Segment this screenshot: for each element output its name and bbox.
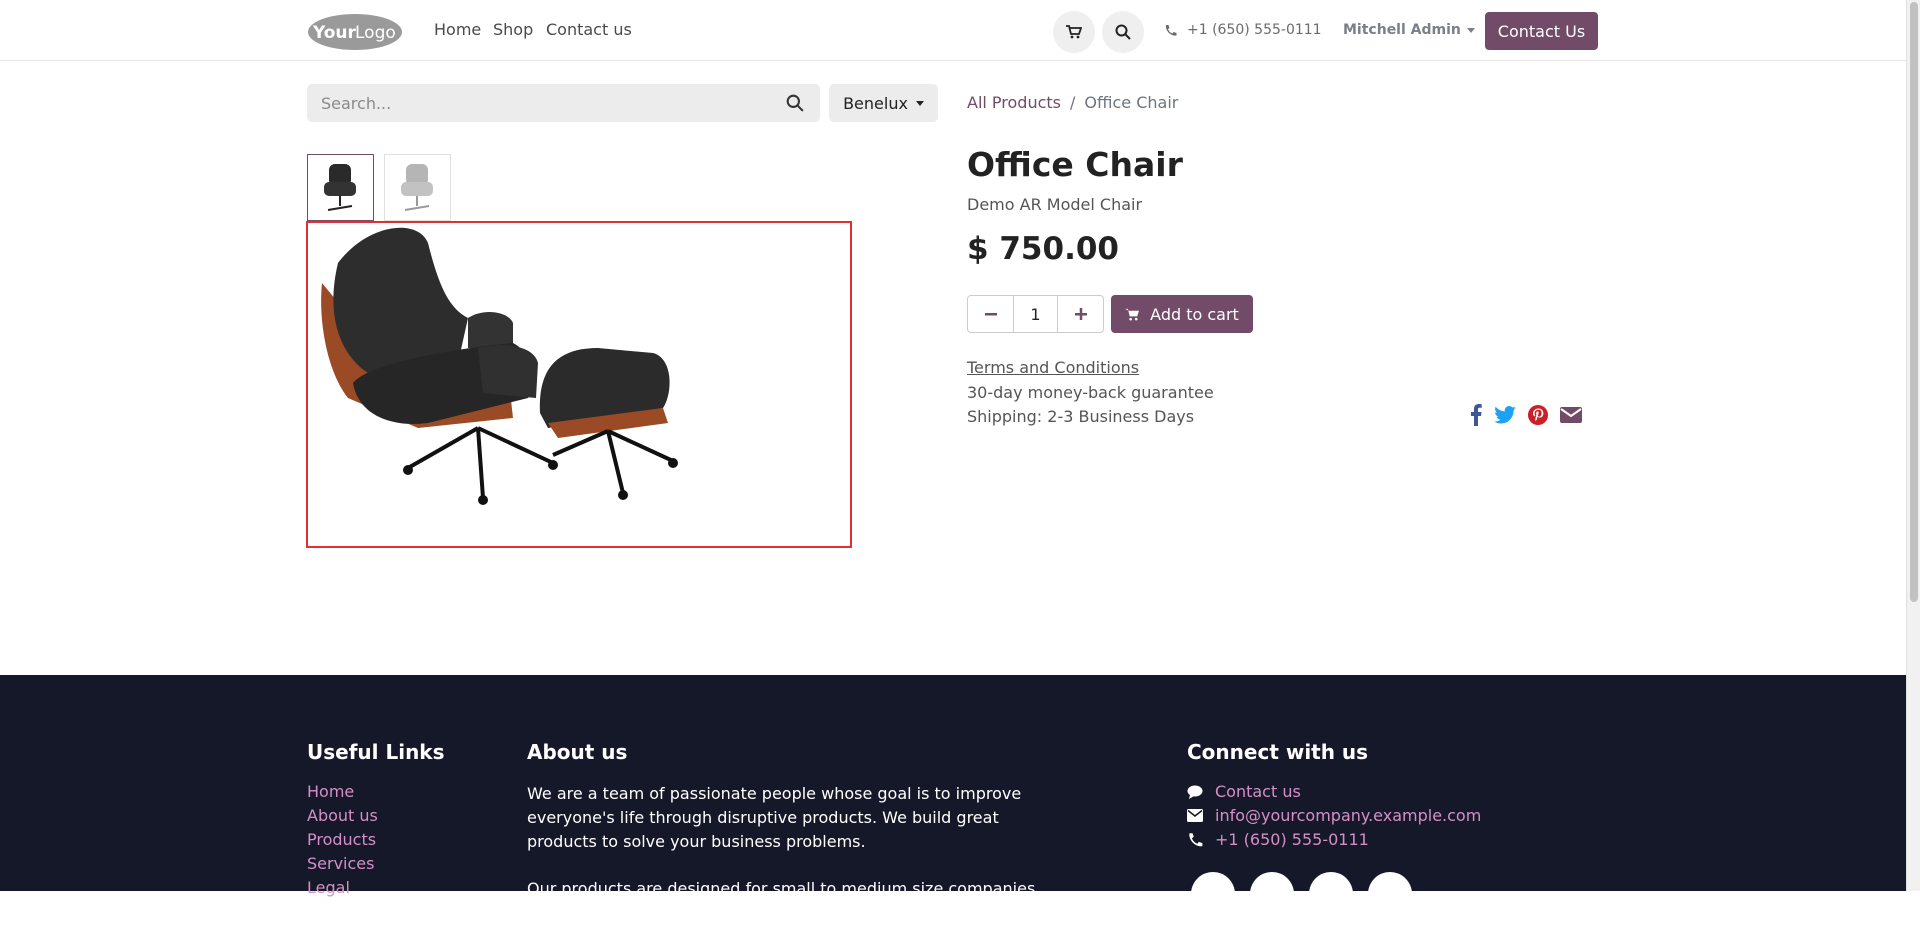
site-header: Your Logo Home Shop Contact us +1 (650) …	[0, 0, 1906, 61]
product-thumbnail-1[interactable]	[307, 154, 374, 221]
footer-email[interactable]: info@yourcompany.example.com	[1187, 806, 1481, 825]
twitter-icon[interactable]	[1250, 872, 1294, 916]
footer-phone[interactable]: +1 (650) 555-0111	[1187, 830, 1369, 849]
share-links	[1470, 404, 1582, 426]
product-title: Office Chair	[967, 145, 1183, 184]
scrollbar-thumb[interactable]	[1910, 2, 1918, 602]
chair-thumbnail-image	[323, 164, 356, 211]
breadcrumb: All Products / Office Chair	[967, 93, 1178, 112]
footer-link-services[interactable]: Services	[307, 854, 374, 873]
footer-email-label: info@yourcompany.example.com	[1215, 806, 1482, 825]
breadcrumb-all-products[interactable]: All Products	[967, 93, 1061, 112]
guarantee-text: 30-day money-back guarantee	[967, 383, 1214, 402]
nav-shop[interactable]: Shop	[493, 20, 533, 39]
envelope-icon	[1187, 809, 1203, 822]
product-price: $ 750.00	[967, 231, 1119, 267]
breadcrumb-current: Office Chair	[1084, 93, 1179, 112]
search-button[interactable]	[1102, 11, 1144, 53]
instagram-icon[interactable]	[1368, 872, 1412, 916]
plus-icon	[1074, 308, 1087, 320]
add-to-cart-button[interactable]: Add to cart	[1111, 295, 1253, 333]
quantity-input[interactable]: 1	[1013, 296, 1058, 332]
cart-button[interactable]	[1053, 11, 1095, 53]
product-description: Demo AR Model Chair	[967, 195, 1143, 214]
footer-link-products[interactable]: Products	[307, 830, 376, 849]
phone-icon	[1189, 832, 1203, 846]
quantity-stepper: 1	[967, 295, 1104, 333]
footer-link-about-us[interactable]: About us	[307, 806, 378, 825]
increase-quantity-button[interactable]	[1058, 296, 1103, 332]
footer-contact-us-label: Contact us	[1215, 782, 1301, 801]
pricelist-label: Benelux	[843, 93, 908, 113]
pinterest-icon[interactable]	[1528, 405, 1548, 425]
twitter-icon[interactable]	[1494, 406, 1516, 424]
cart-icon	[1066, 25, 1082, 39]
linkedin-icon[interactable]	[1309, 872, 1353, 916]
search-input[interactable]	[319, 84, 759, 122]
footer-about-text: We are a team of passionate people whose…	[527, 784, 1022, 851]
email-icon[interactable]	[1560, 406, 1582, 424]
pricelist-dropdown[interactable]: Benelux	[829, 84, 938, 122]
search-icon[interactable]	[786, 94, 804, 112]
footer-about-title: About us	[527, 740, 628, 764]
minus-icon	[984, 313, 997, 316]
cart-icon	[1125, 308, 1140, 320]
product-main-image[interactable]	[306, 221, 852, 548]
svg-text:Your: Your	[312, 23, 357, 43]
footer-link-home[interactable]: Home	[307, 782, 354, 801]
footer-about-text-2: Our products are designed for small to m…	[527, 879, 1036, 922]
chevron-down-icon	[915, 100, 924, 106]
search-icon	[1115, 24, 1131, 40]
svg-text:Logo: Logo	[355, 23, 396, 43]
phone-number: +1 (650) 555-0111	[1187, 22, 1322, 38]
facebook-icon[interactable]	[1191, 872, 1235, 916]
chevron-down-icon	[1466, 27, 1475, 33]
comment-icon	[1187, 785, 1203, 799]
site-logo[interactable]: Your Logo	[307, 13, 403, 51]
contact-us-button[interactable]: Contact Us	[1485, 12, 1598, 50]
user-menu[interactable]: Mitchell Admin	[1343, 22, 1475, 38]
shipping-text: Shipping: 2-3 Business Days	[967, 407, 1195, 426]
footer-connect-title: Connect with us	[1187, 740, 1369, 764]
facebook-icon[interactable]	[1470, 404, 1482, 426]
footer-phone-label: +1 (650) 555-0111	[1215, 830, 1369, 849]
chair-thumbnail-image	[400, 164, 433, 211]
office-chair-image	[321, 227, 678, 505]
product-thumbnail-2[interactable]	[384, 154, 451, 221]
product-search	[307, 84, 820, 122]
nav-home[interactable]: Home	[434, 20, 481, 39]
footer-link-legal[interactable]: Legal	[307, 878, 350, 897]
page-scrollbar[interactable]	[1906, 0, 1920, 891]
add-to-cart-label: Add to cart	[1150, 304, 1239, 324]
breadcrumb-separator: /	[1070, 93, 1076, 112]
terms-link[interactable]: Terms and Conditions	[967, 358, 1139, 377]
header-phone[interactable]: +1 (650) 555-0111	[1164, 22, 1322, 38]
nav-contact-us[interactable]: Contact us	[546, 20, 632, 39]
footer-contact-us[interactable]: Contact us	[1187, 782, 1301, 801]
decrease-quantity-button[interactable]	[968, 296, 1013, 332]
phone-icon	[1165, 24, 1177, 36]
footer-useful-links-title: Useful Links	[307, 740, 445, 764]
user-name: Mitchell Admin	[1343, 22, 1461, 38]
